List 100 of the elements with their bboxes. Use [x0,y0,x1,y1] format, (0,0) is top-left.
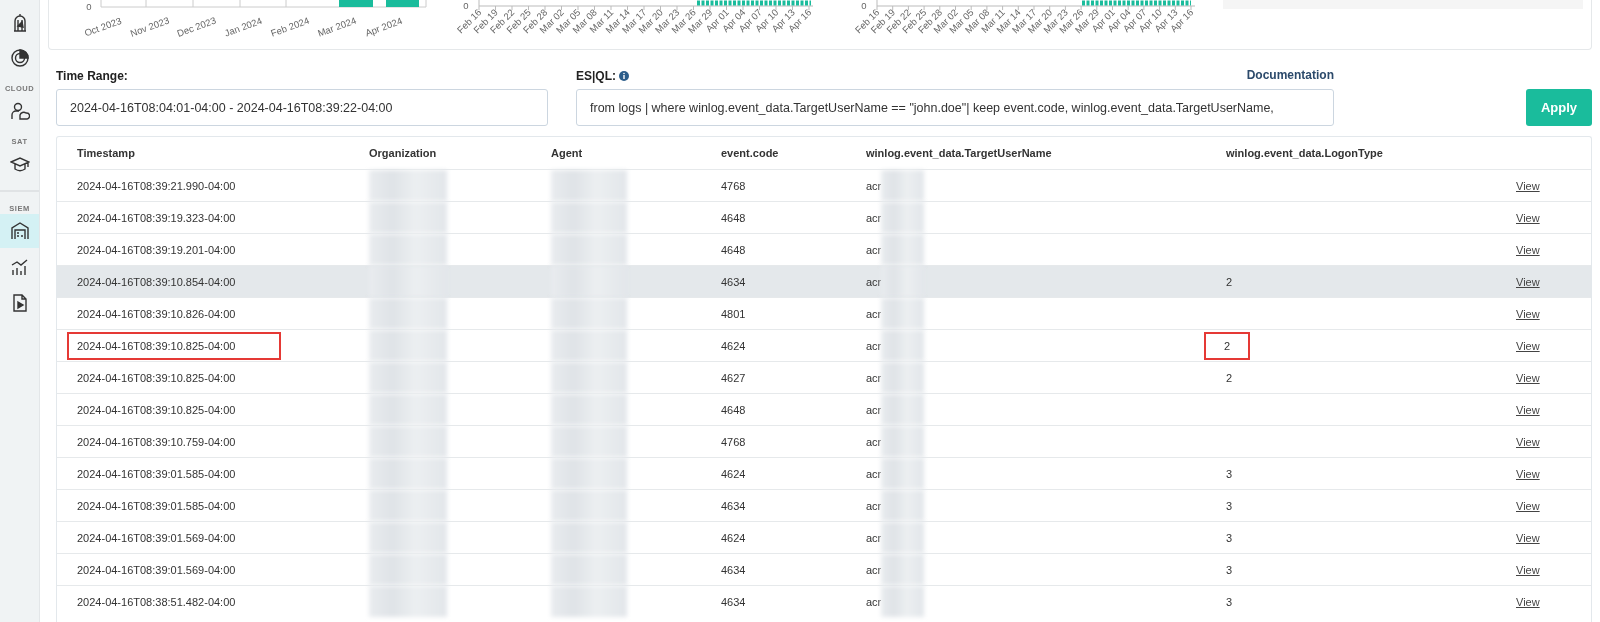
sidebar-item[interactable] [0,214,39,248]
field-label: ES|QL: [576,68,617,83]
table-cell: acr [866,275,882,288]
user-cloud-icon [9,101,30,121]
redacted-block [881,234,925,265]
esql-query-field[interactable]: from logs | where winlog.event_data.TargetUserName == "john.doe"| keep event.code, winlog.event_data.TargetUserName, [576,89,1334,126]
line-chart-icon [9,257,30,277]
axis-label: 0 [463,0,469,11]
table-cell: acr [866,179,882,192]
table-cell: acr [866,499,882,512]
view-link[interactable]: View [1516,563,1540,576]
table-cell: acr [866,211,882,224]
redacted-block [881,394,925,425]
time-range-field[interactable]: 2024-04-16T08:04:01-04:00 - 2024-04-16T08:39:22-04:00 [56,89,548,126]
field-label: Time Range: [56,68,129,83]
table-cell: 4768 [721,436,746,449]
view-link[interactable]: View [1516,531,1540,544]
table-cell: acr [866,435,882,448]
table-cell: 3 [1226,596,1233,609]
view-link[interactable]: View [1516,371,1540,384]
view-link[interactable]: View [1516,499,1540,512]
table-cell: acr [866,243,882,256]
table-cell: 4648 [721,244,746,257]
table-cell: 4624 [721,340,746,353]
axis-label: Nov 2023 [128,14,171,39]
view-link[interactable]: View [1516,595,1540,608]
radar-icon [9,48,30,68]
table-cell: 2024-04-16T08:39:10.825-04:00 [77,372,236,385]
redacted-block [881,426,925,457]
table-cell: 4648 [721,404,746,417]
building-icon [9,221,30,241]
table-cell: 2024-04-16T08:39:10.825-04:00 [77,404,236,417]
table-cell: 4627 [721,372,746,385]
table-cell: 2024-04-16T08:39:10.854-04:00 [77,276,236,289]
table-cell: 2024-04-16T08:39:10.759-04:00 [77,436,236,449]
table-cell: 4634 [721,564,746,577]
view-link[interactable]: View [1516,435,1540,448]
view-link[interactable]: View [1516,403,1540,416]
axis-label: Dec 2023 [175,14,218,39]
table-cell: 4634 [721,500,746,513]
redacted-block [881,298,925,329]
redacted-block [881,554,925,585]
axis-label: 0 [861,0,867,11]
redacted-block [881,586,925,617]
table-cell: 4634 [721,596,746,609]
view-link[interactable]: View [1516,467,1540,480]
table-cell: 3 [1226,500,1233,513]
axis-label: 0 [86,1,92,12]
axis-label: Jan 2024 [222,14,264,39]
table-cell: 4648 [721,212,746,225]
info-icon[interactable] [619,70,630,81]
table-cell: acr [866,531,882,544]
table-cell: 2024-04-16T08:39:01.585-04:00 [77,468,236,481]
table-cell: 2024-04-16T08:39:19.201-04:00 [77,244,236,257]
axis-label: Feb 2024 [269,14,311,39]
column-header[interactable]: Agent [531,137,701,170]
redacted-block [881,522,925,553]
column-header[interactable]: Timestamp [57,137,349,170]
table-cell: acr [866,595,882,608]
table-cell: 3 [1226,564,1233,577]
table-cell: 4768 [721,180,746,193]
column-header[interactable]: event.code [701,137,846,170]
axis-label: Oct 2023 [82,14,123,39]
table-cell: acr [866,467,882,480]
table-cell: 2024-04-16T08:39:10.826-04:00 [77,308,236,321]
table-cell: 2 [1226,276,1233,289]
table-cell: 2 [1204,332,1251,361]
axis-label: Mar 2024 [316,14,358,39]
column-header[interactable]: winlog.event_data.TargetUserName [846,137,1206,170]
view-link[interactable]: View [1516,275,1540,288]
table-cell: acr [866,339,882,352]
table-cell: acr [866,371,882,384]
table-cell: 3 [1226,468,1233,481]
table-cell: 2024-04-16T08:39:01.569-04:00 [77,532,236,545]
table-cell: acr [866,403,882,416]
redacted-block [881,458,925,489]
column-header[interactable]: winlog.event_data.LogonType [1206,137,1491,170]
view-link[interactable]: View [1516,211,1540,224]
table-cell: 4801 [721,308,746,321]
column-header[interactable]: Organization [349,137,531,170]
redacted-block [881,330,925,361]
view-link[interactable]: View [1516,179,1540,192]
view-link[interactable]: View [1516,339,1540,352]
redacted-block [881,362,925,393]
table-cell: 4634 [721,276,746,289]
table-cell: acr [866,307,882,320]
table-cell: 2024-04-16T08:39:10.825-04:00 [67,332,282,361]
table-cell: 2024-04-16T08:39:01.585-04:00 [77,500,236,513]
axis-label: Apr 2024 [363,14,404,39]
view-link[interactable]: View [1516,307,1540,320]
documentation-link[interactable]: Documentation [1246,68,1334,83]
table-cell: 2024-04-16T08:38:51.482-04:00 [77,596,236,609]
table-cell: 2 [1226,372,1233,385]
redacted-block [881,170,925,201]
table-cell: 4624 [721,468,746,481]
redacted-block [881,202,925,233]
view-link[interactable]: View [1516,243,1540,256]
table-cell: 2024-04-16T08:39:19.323-04:00 [77,212,236,225]
table-cell: 2024-04-16T08:39:01.569-04:00 [77,564,236,577]
table-cell: 4624 [721,532,746,545]
